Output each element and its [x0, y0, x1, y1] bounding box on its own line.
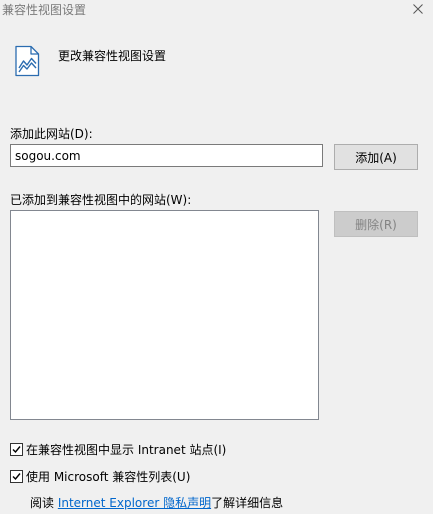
privacy-info: 阅读 Internet Explorer 隐私声明了解详细信息 [30, 494, 283, 511]
site-list-label: 已添加到兼容性视图中的网站(W): [10, 193, 192, 207]
add-site-label: 添加此网站(D): [10, 127, 93, 141]
intranet-checkbox[interactable] [10, 442, 23, 456]
checkmark-icon [12, 445, 21, 453]
add-site-input[interactable] [10, 144, 323, 167]
close-button[interactable] [403, 0, 433, 18]
window-title: 兼容性视图设置 [2, 3, 87, 17]
site-list[interactable] [10, 210, 319, 420]
ms-list-option[interactable]: 使用 Microsoft 兼容性列表(U) [10, 468, 190, 484]
privacy-info-prefix: 阅读 [30, 496, 58, 510]
title-bar: 兼容性视图设置 [0, 0, 433, 18]
checkmark-icon [12, 472, 21, 480]
add-button[interactable]: 添加(A) [334, 144, 418, 170]
remove-button[interactable]: 删除(R) [334, 211, 418, 237]
close-icon [413, 4, 423, 14]
ms-list-checkbox[interactable] [10, 469, 23, 483]
page-chart-icon [13, 45, 41, 77]
intranet-option[interactable]: 在兼容性视图中显示 Intranet 站点(I) [10, 441, 226, 457]
page-heading: 更改兼容性视图设置 [58, 49, 167, 63]
ms-list-option-label: 使用 Microsoft 兼容性列表(U) [26, 469, 191, 484]
privacy-statement-link[interactable]: Internet Explorer 隐私声明 [58, 496, 211, 510]
intranet-option-label: 在兼容性视图中显示 Intranet 站点(I) [26, 442, 227, 457]
privacy-info-suffix: 了解详细信息 [211, 496, 284, 510]
